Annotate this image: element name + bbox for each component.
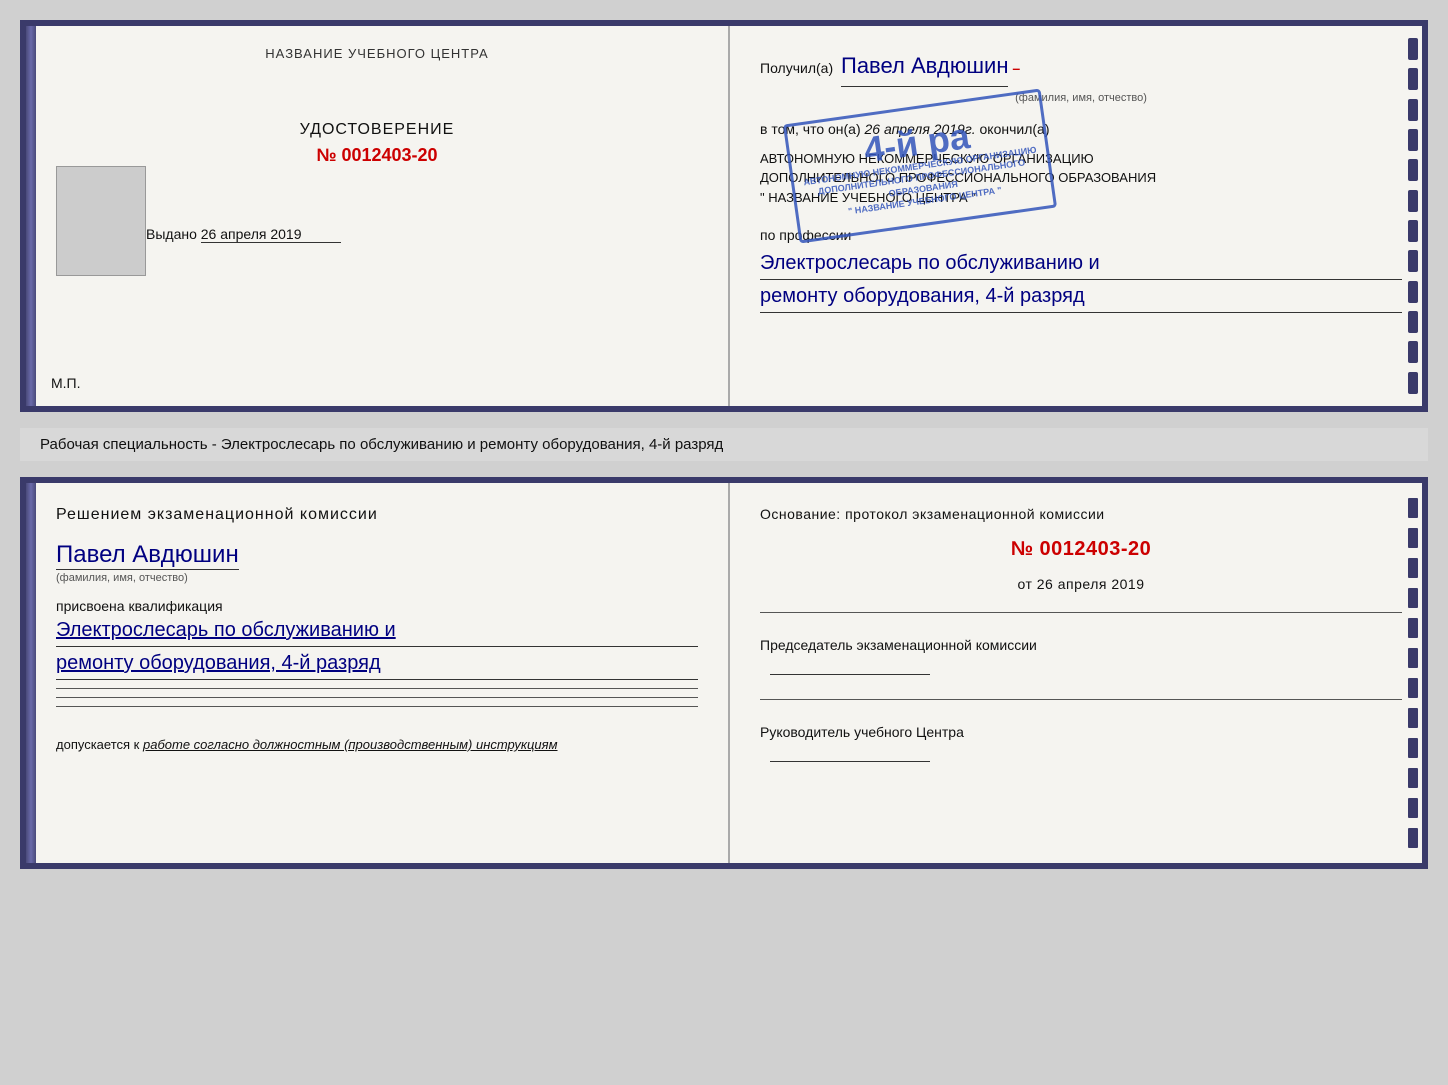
cert-number: № 0012403-20 <box>56 145 698 166</box>
dash-bar-4 <box>1408 588 1418 608</box>
document-top: НАЗВАНИЕ УЧЕБНОГО ЦЕНТРА УДОСТОВЕРЕНИЕ №… <box>20 20 1428 412</box>
doc-right-panel: Получил(а) Павел Авдюшин – (фамилия, имя… <box>730 26 1422 406</box>
deco-bar-9 <box>1408 281 1418 303</box>
training-center-header: НАЗВАНИЕ УЧЕБНОГО ЦЕНТРА <box>56 46 698 61</box>
director-block: Руководитель учебного Центра <box>760 720 1402 770</box>
qual-line2: ремонту оборудования, 4-й разряд <box>56 647 698 680</box>
profession-label-top: по профессии <box>760 227 851 243</box>
received-block: Получил(а) Павел Авдюшин – (фамилия, имя… <box>760 46 1402 108</box>
deco-bar-4 <box>1408 129 1418 151</box>
commission-name-block: Павел Авдюшин (фамилия, имя, отчество) <box>56 541 698 584</box>
fio-label-bottom: (фамилия, имя, отчество) <box>56 572 698 584</box>
separator-1 <box>56 688 698 689</box>
profession-block-top: по профессии Электрослесарь по обслужива… <box>760 227 1402 313</box>
deco-bar-8 <box>1408 250 1418 272</box>
chairman-label: Председатель экзаменационной комиссии <box>760 633 1402 658</box>
cert-center-block: УДОСТОВЕРЕНИЕ № 0012403-20 <box>56 121 698 166</box>
dash-bar-9 <box>1408 738 1418 758</box>
commission-title: Решением экзаменационной комиссии <box>56 503 698 527</box>
dopusk-label: допускается к <box>56 737 139 752</box>
org-line3: " НАЗВАНИЕ УЧЕБНОГО ЦЕНТРА " <box>760 188 1402 208</box>
separator-right-1 <box>760 612 1402 613</box>
doc-bottom-right-panel: Основание: протокол экзаменационной коми… <box>730 483 1422 863</box>
prisvoena-label: присвоена квалификация <box>56 598 698 614</box>
vtom-date: 26 апреля 2019г. <box>865 121 976 137</box>
from-date-block: от 26 апреля 2019 <box>760 573 1402 595</box>
deco-bar-11 <box>1408 341 1418 363</box>
org-block: АВТОНОМНУЮ НЕКОММЕРЧЕСКУЮ ОРГАНИЗАЦИЮ ДО… <box>760 149 1402 208</box>
page-wrapper: НАЗВАНИЕ УЧЕБНОГО ЦЕНТРА УДОСТОВЕРЕНИЕ №… <box>0 0 1448 1085</box>
okonchil-label: окончил(а) <box>980 121 1050 137</box>
from-label: от <box>1017 576 1032 592</box>
deco-bar-3 <box>1408 99 1418 121</box>
vtom-label: в том, что он(а) <box>760 121 861 137</box>
issued-label: Выдано <box>146 226 197 242</box>
from-date-value: 26 апреля 2019 <box>1037 576 1145 592</box>
commission-person-name: Павел Авдюшин <box>56 541 239 570</box>
qual-line1: Электрослесарь по обслуживанию и <box>56 614 698 647</box>
dash-bar-6 <box>1408 648 1418 668</box>
deco-bar-1 <box>1408 38 1418 60</box>
deco-bar-7 <box>1408 220 1418 242</box>
profession-line2-top: ремонту оборудования, 4-й разряд <box>760 280 1402 313</box>
separator-right-2 <box>760 699 1402 700</box>
issued-date: 26 апреля 2019 <box>201 226 341 243</box>
deco-bar-2 <box>1408 68 1418 90</box>
deco-bar-6 <box>1408 190 1418 212</box>
vtom-block: в том, что он(а) 26 апреля 2019г. окончи… <box>760 118 1402 140</box>
deco-bar-10 <box>1408 311 1418 333</box>
director-sig-line <box>770 761 930 762</box>
mp-label: М.П. <box>51 375 81 391</box>
deco-bar-12 <box>1408 372 1418 394</box>
director-label: Руководитель учебного Центра <box>760 720 1402 745</box>
doc-spine <box>26 26 36 406</box>
document-bottom: Решением экзаменационной комиссии Павел … <box>20 477 1428 869</box>
osnov-label: Основание: протокол экзаменационной коми… <box>760 506 1105 522</box>
cert-title: УДОСТОВЕРЕНИЕ <box>56 121 698 139</box>
dopusk-block: допускается к работе согласно должностны… <box>56 737 698 752</box>
prisvoena-block: присвоена квалификация Электрослесарь по… <box>56 598 698 680</box>
right-decoration-bars <box>1404 26 1422 406</box>
org-line1: АВТОНОМНУЮ НЕКОММЕРЧЕСКУЮ ОРГАНИЗАЦИЮ <box>760 149 1402 169</box>
osnov-block: Основание: протокол экзаменационной коми… <box>760 503 1402 596</box>
dash-bar-10 <box>1408 768 1418 788</box>
received-name: Павел Авдюшин <box>841 46 1008 87</box>
received-label: Получил(а) <box>760 60 833 76</box>
fio-label-top: (фамилия, имя, отчество) <box>760 89 1402 109</box>
dash-bar-5 <box>1408 618 1418 638</box>
dash-bar-3 <box>1408 558 1418 578</box>
photo-placeholder <box>56 166 146 276</box>
profession-line1-top: Электрослесарь по обслуживанию и <box>760 247 1402 280</box>
dash-bar-12 <box>1408 828 1418 848</box>
dash-bar-7 <box>1408 678 1418 698</box>
separator-3 <box>56 706 698 707</box>
doc-spine-bottom <box>26 483 36 863</box>
dash-bar-11 <box>1408 798 1418 818</box>
dopusk-italic-text: работе согласно должностным (производств… <box>143 737 558 752</box>
chairman-block: Председатель экзаменационной комиссии <box>760 633 1402 683</box>
right-deco-bars-bottom <box>1404 483 1422 863</box>
cert-issued: Выдано 26 апреля 2019 <box>146 226 698 243</box>
separator-2 <box>56 697 698 698</box>
deco-bar-5 <box>1408 159 1418 181</box>
middle-specialty-label: Рабочая специальность - Электрослесарь п… <box>20 428 1428 461</box>
dash-bar-8 <box>1408 708 1418 728</box>
dash-bar-2 <box>1408 528 1418 548</box>
doc-left-panel: НАЗВАНИЕ УЧЕБНОГО ЦЕНТРА УДОСТОВЕРЕНИЕ №… <box>36 26 730 406</box>
org-line2: ДОПОЛНИТЕЛЬНОГО ПРОФЕССИОНАЛЬНОГО ОБРАЗО… <box>760 168 1402 188</box>
protocol-number: № 0012403-20 <box>760 533 1402 565</box>
doc-bottom-left-panel: Решением экзаменационной комиссии Павел … <box>36 483 730 863</box>
dash-bar-1 <box>1408 498 1418 518</box>
chairman-sig-line <box>770 674 930 675</box>
